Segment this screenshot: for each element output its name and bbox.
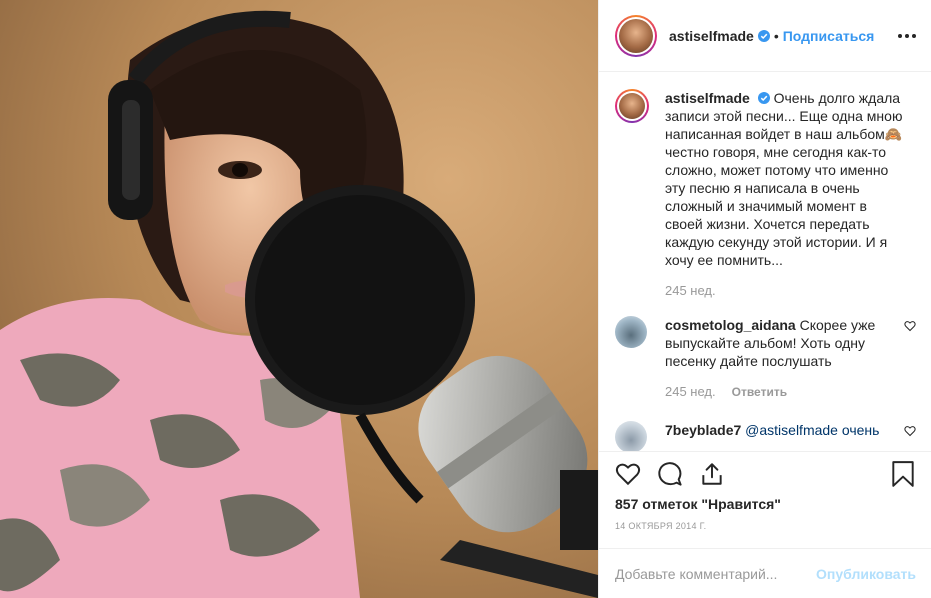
comment-username[interactable]: 7beyblade7 (665, 422, 741, 438)
comment-text: @astiselfmade очень (745, 422, 880, 438)
post-photo[interactable] (0, 0, 598, 598)
comment-time[interactable]: 245 нед. (665, 384, 716, 399)
publish-button[interactable]: Опубликовать (816, 566, 916, 582)
reply-button[interactable]: Ответить (732, 385, 787, 399)
comment-item: 7beyblade7 @astiselfmade очень (615, 421, 916, 451)
caption-text: Очень долго ждала записи этой песни... Е… (665, 90, 903, 268)
comment-username[interactable]: cosmetolog_aidana (665, 317, 796, 333)
share-icon[interactable] (699, 461, 725, 487)
caption: astiselfmade Очень долго ждала записи эт… (615, 89, 916, 269)
post-header: astiselfmade • Подписаться (599, 0, 931, 72)
post-date: 14 ОКТЯБРЯ 2014 Г. (615, 521, 707, 531)
comment-input[interactable] (615, 566, 817, 582)
author-avatar[interactable] (615, 14, 657, 57)
add-comment-bar: Опубликовать (599, 548, 931, 598)
verified-badge-icon (757, 92, 770, 104)
separator-dot: • (773, 27, 779, 44)
comment-item: cosmetolog_aidana Скорее уже выпускайте … (615, 316, 916, 370)
caption-username[interactable]: astiselfmade (665, 90, 750, 106)
comments-list: astiselfmade Очень долго ждала записи эт… (599, 73, 931, 451)
post-side-panel: astiselfmade • Подписаться astiselfmade … (598, 0, 931, 598)
post-photo-illustration (0, 0, 598, 598)
comment-icon[interactable] (657, 461, 683, 487)
commenter-avatar[interactable] (615, 316, 647, 348)
follow-button[interactable]: Подписаться (783, 28, 875, 44)
more-options-icon[interactable] (898, 28, 916, 44)
action-bar (615, 460, 916, 488)
comment-like-icon[interactable] (904, 320, 916, 332)
caption-time[interactable]: 245 нед. (665, 283, 716, 298)
caption-avatar[interactable] (615, 89, 649, 123)
caption-meta: 245 нед. (665, 283, 916, 298)
post-actions: 857 отметок "Нравится" 14 ОКТЯБРЯ 2014 Г… (599, 451, 931, 598)
heart-icon[interactable] (615, 461, 641, 487)
comment-meta: 245 нед. Ответить (665, 384, 916, 399)
author-username[interactable]: astiselfmade (669, 28, 754, 44)
commenter-avatar[interactable] (615, 421, 647, 451)
bookmark-icon[interactable] (890, 460, 916, 488)
likes-count[interactable]: 857 отметок "Нравится" (615, 496, 781, 512)
verified-badge-icon (757, 29, 770, 42)
comment-like-icon[interactable] (904, 425, 916, 437)
